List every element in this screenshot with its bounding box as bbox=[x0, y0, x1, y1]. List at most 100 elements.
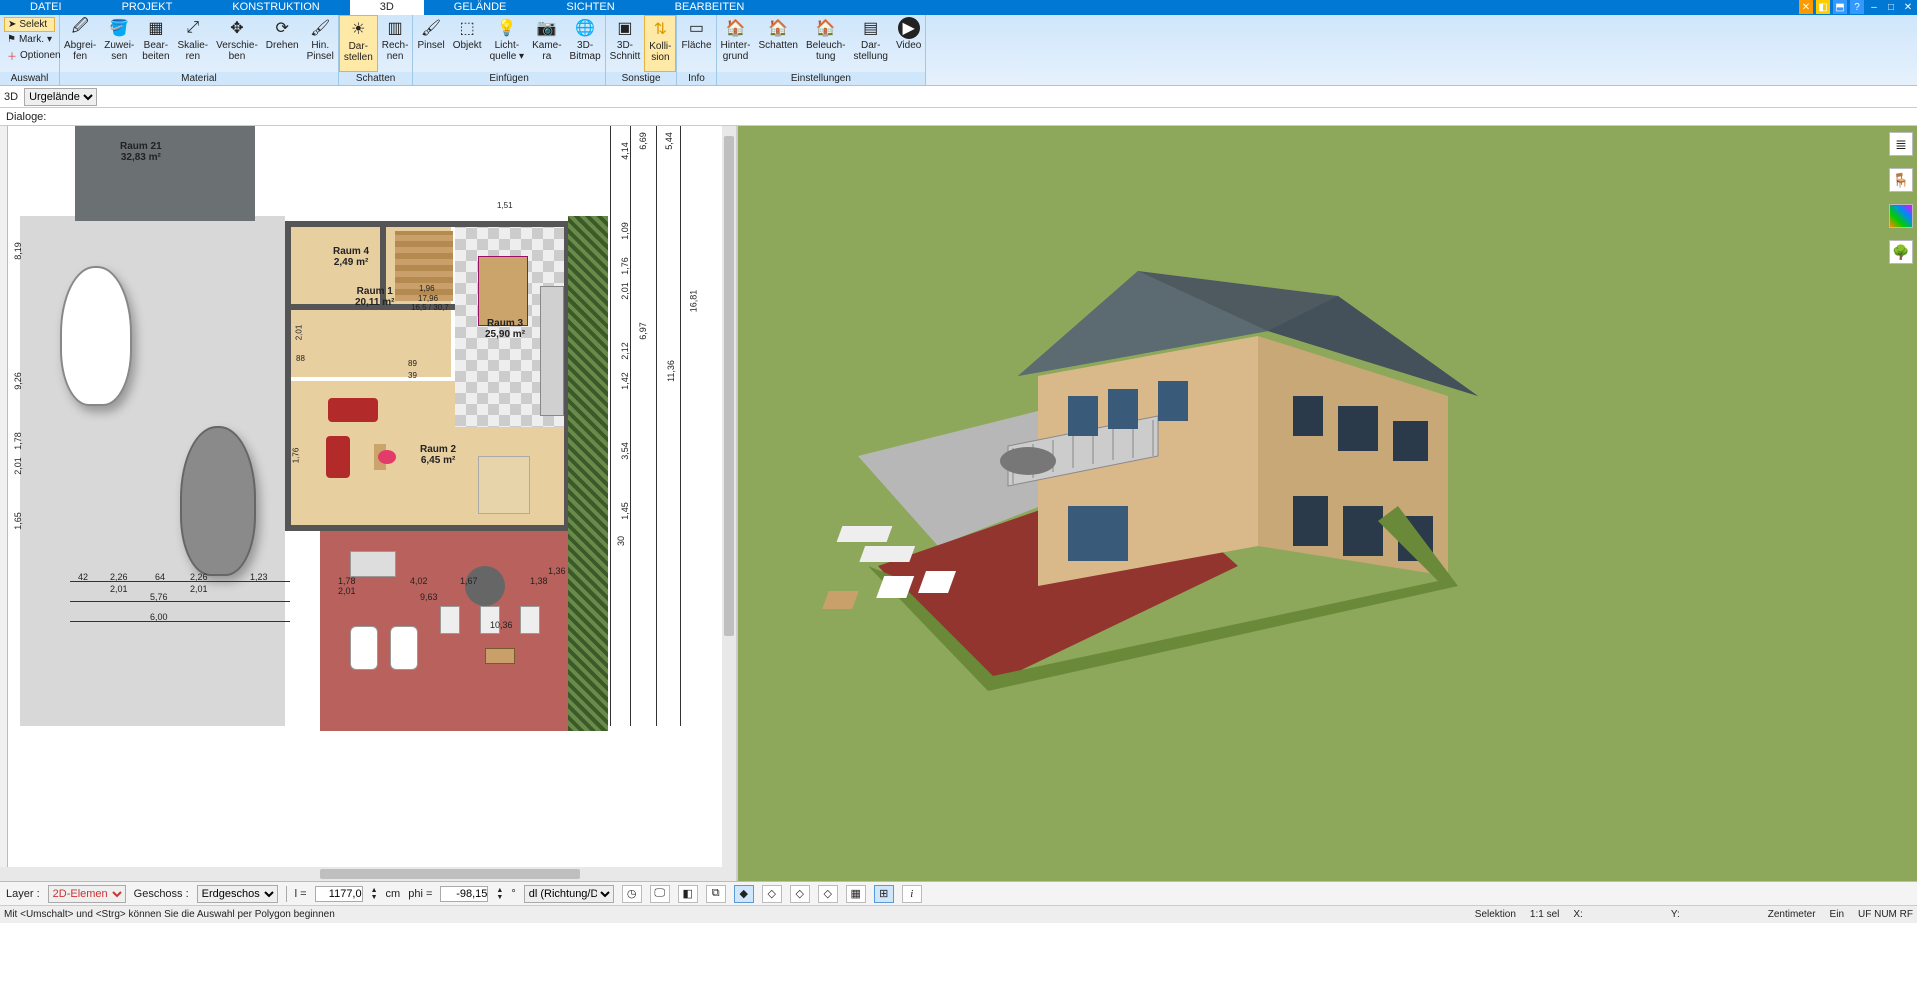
dimline-b3 bbox=[70, 621, 290, 622]
kitchen-counter bbox=[540, 286, 564, 416]
dim-6-69: 6,69 bbox=[638, 132, 648, 150]
skalieren-button[interactable]: ⤢Skalie- ren bbox=[174, 15, 213, 72]
mark-button[interactable]: ⚑Mark. ▾ bbox=[4, 33, 55, 46]
menu-konstruktion[interactable]: KONSTRUKTION bbox=[202, 0, 349, 15]
bearbeiten-button[interactable]: ▦Bear- beiten bbox=[138, 15, 173, 72]
hintergrund-button[interactable]: 🏠Hinter- grund bbox=[717, 15, 755, 72]
info-tool-icon[interactable]: i bbox=[902, 885, 922, 903]
darstellen-button[interactable]: ☀Dar- stellen bbox=[339, 15, 378, 72]
palette-icon[interactable] bbox=[1889, 204, 1913, 228]
mode-select[interactable]: dl (Richtung/Di bbox=[524, 885, 614, 903]
menu-sichten[interactable]: SICHTEN bbox=[536, 0, 644, 15]
3dbitmap-button[interactable]: 🌐3D- Bitmap bbox=[566, 15, 605, 72]
phi-label: phi = bbox=[408, 888, 432, 900]
view-3d-viewport[interactable]: ≣ 🪑 🌳 bbox=[738, 126, 1917, 881]
group-material-label: Material bbox=[60, 72, 338, 85]
status-ein: Ein bbox=[1830, 909, 1844, 920]
grid-icon[interactable]: ▦ bbox=[846, 885, 866, 903]
hinpinsel-button[interactable]: 🖌Hin. Pinsel bbox=[303, 15, 338, 72]
view-dropdown[interactable]: Urgelände bbox=[24, 88, 97, 106]
plan-2d-viewport[interactable]: Raum 21 32,83 m² bbox=[0, 126, 738, 881]
menu-datei[interactable]: DATEI bbox=[0, 0, 92, 15]
snap3-icon[interactable]: ◇ bbox=[790, 885, 810, 903]
schatten-button[interactable]: 🏠Schatten bbox=[755, 15, 802, 72]
move-icon: ✥ bbox=[226, 17, 248, 39]
snap4-icon[interactable]: ◇ bbox=[818, 885, 838, 903]
kamera-button[interactable]: 📷Kame- ra bbox=[528, 15, 565, 72]
title-icon3[interactable]: ⬒ bbox=[1833, 0, 1847, 14]
maximize-icon[interactable]: □ bbox=[1884, 0, 1898, 14]
dim-b-963: 9,63 bbox=[420, 592, 438, 602]
menu-projekt[interactable]: PROJEKT bbox=[92, 0, 203, 15]
snap2-icon[interactable]: ◇ bbox=[762, 885, 782, 903]
phi-down[interactable]: ▼ bbox=[496, 894, 503, 901]
layer-select[interactable]: 2D-Elemen bbox=[48, 885, 126, 903]
dimline-r1 bbox=[610, 126, 611, 726]
dim-b-201c: 2,01 bbox=[338, 586, 356, 596]
scrollbar-horizontal-2d[interactable] bbox=[0, 867, 736, 881]
furniture-icon[interactable]: 🪑 bbox=[1889, 168, 1913, 192]
overlap-icon[interactable]: ◧ bbox=[678, 885, 698, 903]
snap1-icon[interactable]: ◆ bbox=[734, 885, 754, 903]
length-unit: cm bbox=[386, 888, 401, 900]
phi-input[interactable] bbox=[440, 886, 488, 902]
ruler-vertical bbox=[0, 126, 8, 881]
menu-gelaende[interactable]: GELÄNDE bbox=[424, 0, 537, 15]
darstellung-button[interactable]: ▤Dar- stellung bbox=[849, 15, 891, 72]
objekt-button[interactable]: ⬚Objekt bbox=[449, 15, 486, 72]
group-schatten-label: Schatten bbox=[339, 72, 413, 85]
scrollbar-vertical-2d[interactable] bbox=[722, 126, 736, 867]
menu-3d[interactable]: 3D bbox=[350, 0, 424, 15]
phi-up[interactable]: ▲ bbox=[496, 887, 503, 894]
title-icon1[interactable]: ✕ bbox=[1799, 0, 1813, 14]
dim-b-1036: 10,36 bbox=[490, 620, 513, 630]
abgreifen-button[interactable]: 🖉Abgrei- fen bbox=[60, 15, 100, 72]
minimize-icon[interactable]: – bbox=[1867, 0, 1881, 14]
sofa2 bbox=[326, 436, 350, 478]
link-icon[interactable]: ⧉ bbox=[706, 885, 726, 903]
pinsel-button[interactable]: 🖌Pinsel bbox=[413, 15, 448, 72]
dim-1-76: 1,76 bbox=[620, 257, 630, 275]
selekt-button[interactable]: ➤Selekt bbox=[4, 17, 55, 32]
zuweisen-button[interactable]: 🪣Zuwei- sen bbox=[100, 15, 138, 72]
menu-bearbeiten[interactable]: BEARBEITEN bbox=[645, 0, 775, 15]
optionen-button[interactable]: ＋Optionen bbox=[4, 47, 55, 64]
phi-unit: ° bbox=[511, 888, 515, 900]
dim-l-201: 2,01 bbox=[13, 457, 23, 475]
drehen-button[interactable]: ⟳Drehen bbox=[262, 15, 303, 72]
flaeche-button[interactable]: ▭Fläche bbox=[677, 15, 715, 72]
view-label: 3D bbox=[4, 91, 18, 103]
dim-b-123: 1,23 bbox=[250, 572, 268, 582]
length-up[interactable]: ▲ bbox=[371, 887, 378, 894]
verschieben-button[interactable]: ✥Verschie- ben bbox=[212, 15, 262, 72]
close-icon[interactable]: ✕ bbox=[1901, 0, 1915, 14]
geschoss-select[interactable]: Erdgeschos bbox=[197, 885, 278, 903]
rotate-icon: ⟳ bbox=[271, 17, 293, 39]
outdoor-chair1 bbox=[440, 606, 460, 634]
outdoor-chair3 bbox=[520, 606, 540, 634]
ortho-icon[interactable]: ⊞ bbox=[874, 885, 894, 903]
video-button[interactable]: ▶Video bbox=[892, 15, 925, 72]
clock-icon[interactable]: ◷ bbox=[622, 885, 642, 903]
beleuchtung-button[interactable]: 🏠Beleuch- tung bbox=[802, 15, 849, 72]
help-icon[interactable]: ? bbox=[1850, 0, 1864, 14]
kollision-button[interactable]: ⇅Kolli- sion bbox=[644, 15, 676, 72]
rechnen-button[interactable]: ▥Rech- nen bbox=[378, 15, 413, 72]
dim-b-226b: 2,26 bbox=[190, 572, 208, 582]
length-input[interactable] bbox=[315, 886, 363, 902]
play-icon: ▶ bbox=[898, 17, 920, 39]
tree-icon[interactable]: 🌳 bbox=[1889, 240, 1913, 264]
lichtquelle-button[interactable]: 💡Licht- quelle ▾ bbox=[486, 15, 529, 72]
dim-i-165307: 16,5 / 30,7 bbox=[411, 303, 449, 312]
dim-l-178: 1,78 bbox=[13, 432, 23, 450]
dim-i-201: 2,01 bbox=[294, 325, 303, 341]
dim-1-45: 1,45 bbox=[620, 502, 630, 520]
layers-icon[interactable]: ≣ bbox=[1889, 132, 1913, 156]
status-unit: Zentimeter bbox=[1768, 909, 1816, 920]
title-icon2[interactable]: ◧ bbox=[1816, 0, 1830, 14]
length-down[interactable]: ▼ bbox=[371, 894, 378, 901]
3dschnitt-button[interactable]: ▣3D- Schnitt bbox=[606, 15, 645, 72]
display-icon: ▤ bbox=[860, 17, 882, 39]
geschoss-label: Geschoss : bbox=[134, 888, 189, 900]
monitor-icon[interactable]: 🖵 bbox=[650, 885, 670, 903]
